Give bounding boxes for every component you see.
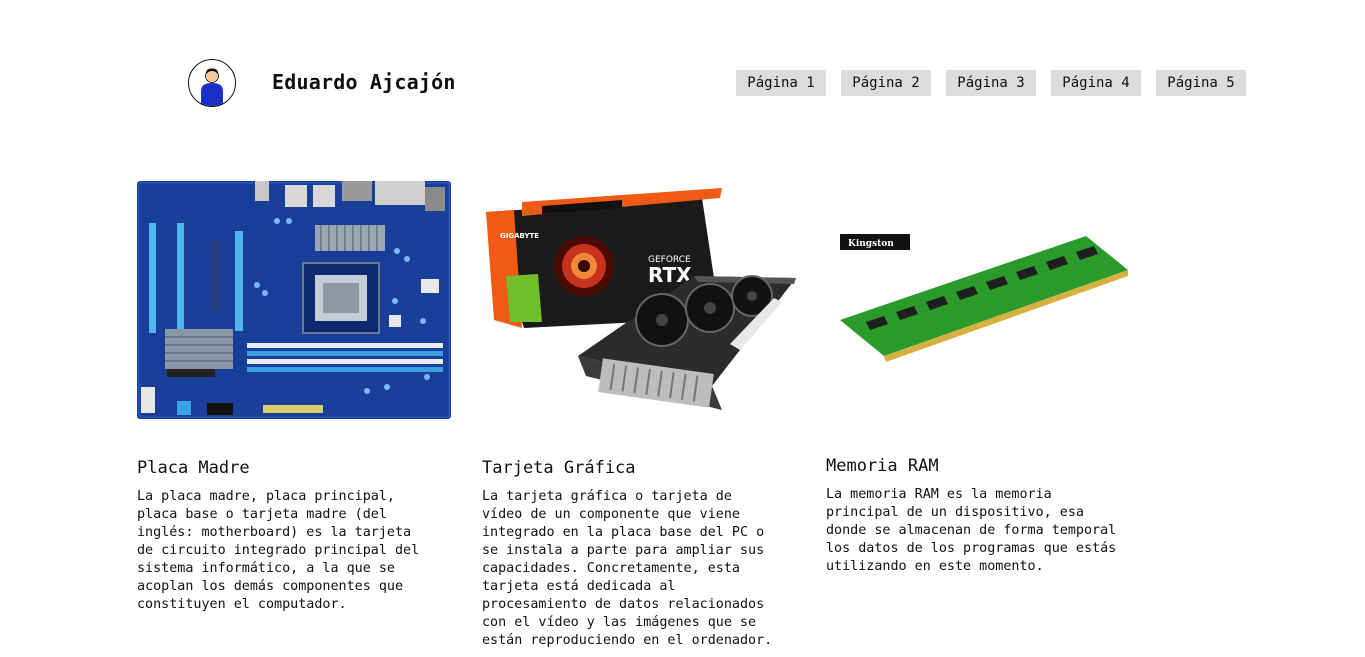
graphics-card-image: GEFORCE RTX GIGABYTE [482, 180, 802, 420]
nav-page-2[interactable]: Página 2 [841, 70, 931, 96]
card-text-memoria-ram: La memoria RAM es la memoria principal d… [826, 487, 1117, 574]
gpu-box-brand: GIGABYTE [500, 232, 539, 240]
card-text-tarjeta-grafica: La tarjeta gráfica o tarjeta de vídeo de… [482, 489, 773, 648]
nav-page-4[interactable]: Página 4 [1051, 70, 1141, 96]
main-nav: Página 1 Página 2 Página 3 Página 4 Pági… [736, 70, 1246, 96]
nav-page-5[interactable]: Página 5 [1156, 70, 1246, 96]
card-title-memoria-ram: Memoria RAM [826, 456, 939, 476]
ram-brand-label: Kingston [848, 239, 894, 249]
card-title-placa-madre: Placa Madre [137, 458, 250, 478]
nav-page-1[interactable]: Página 1 [736, 70, 826, 96]
card-text-placa-madre: La placa madre, placa principal, placa b… [137, 489, 420, 612]
nav-page-3[interactable]: Página 3 [946, 70, 1036, 96]
motherboard-image [137, 181, 451, 423]
card-title-tarjeta-grafica: Tarjeta Gráfica [482, 458, 636, 478]
site-owner-name: Eduardo Ajcajón [272, 70, 456, 94]
ram-module-image: Kingston [836, 228, 1132, 372]
user-avatar-icon [188, 59, 236, 107]
